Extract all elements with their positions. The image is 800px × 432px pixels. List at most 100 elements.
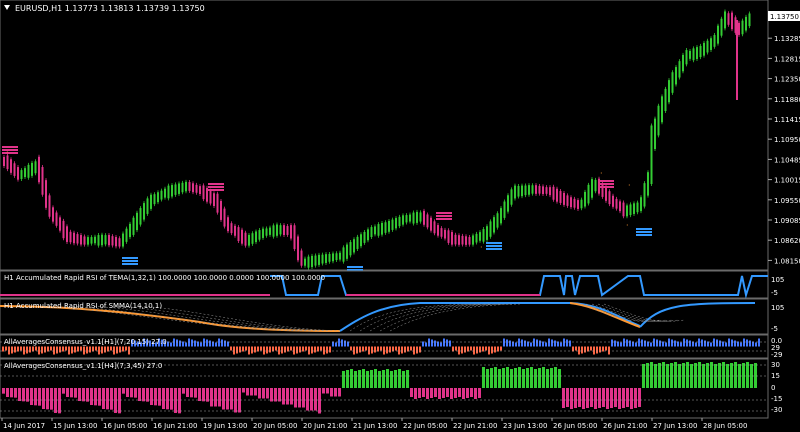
consensus-h1-bar [284,346,286,353]
consensus-h1-bar [224,340,226,347]
consensus-h1-bar [590,346,592,351]
consensus-h4-axis-4: -30 [771,406,782,414]
candle-body [160,190,163,200]
candle-body [493,217,495,233]
consensus-h4-bar [414,388,417,399]
consensus-h1-bar [71,346,73,354]
consensus-h4-bar [274,388,277,402]
consensus-h1-bar [194,340,196,347]
consensus-h1-bar [704,340,706,347]
consensus-h4-bar [158,388,161,406]
consensus-h4-axis-2: 0 [771,384,775,392]
candle-body [290,225,292,239]
time-tick-label: 26 Jun 21:00 [603,422,647,430]
chart-canvas[interactable]: · · · · · 1.13750 1.13285 1.12815 1.12350 1.1188… [0,0,800,432]
signal-dot: · [600,169,603,178]
consensus-h4-bar [694,363,697,388]
consensus-h4-bar [278,388,281,402]
candle-body [297,236,299,261]
consensus-h1-bar [236,346,238,354]
candle-body [115,237,117,247]
consensus-h1-bar [440,342,442,347]
consensus-h4-bar [630,388,633,409]
consensus-h1-bar [626,339,628,347]
consensus-h1-bar [218,338,220,347]
consensus-h4-bar [734,362,737,388]
consensus-h4-bar [606,388,609,409]
consensus-h1-bar [530,342,532,347]
arrow-stroke [208,189,224,191]
consensus-h1-bar [362,346,364,352]
consensus-h1-bar [239,346,241,353]
consensus-h1-bar [524,340,526,347]
consensus-h1-bar [338,338,340,347]
time-tick-label: 19 Jun 13:00 [203,422,247,430]
candle-body [741,20,744,35]
consensus-h4-bar [594,388,597,409]
consensus-h1-bar [743,338,745,347]
candle-body [360,234,362,247]
consensus-h1-bar [611,339,613,347]
consensus-h4-bar [406,370,409,388]
consensus-h4-bar [478,388,481,398]
candle-body [374,226,376,235]
consensus-h4-bar [458,388,461,397]
candle-body [321,254,324,264]
consensus-h4-bar [2,388,5,394]
consensus-h4-bar [698,362,701,388]
consensus-h1-bar [596,346,598,354]
consensus-h1-bar [419,346,421,353]
candle-body [230,223,233,234]
consensus-h4-bar [418,388,421,398]
consensus-h1-bar [638,338,640,347]
consensus-h4-bar [122,388,125,394]
candle-body [685,50,688,65]
candle-body [426,214,429,228]
candle-body [461,235,464,245]
candle-body [696,47,698,59]
candle-body [90,237,93,244]
consensus-h1-bar [26,346,28,354]
candle-body [132,217,135,235]
consensus-h1-bar [740,342,742,347]
consensus-h1-bar [14,346,16,353]
candle-body [619,201,621,212]
candle-body [678,61,681,78]
arrow-stroke [598,183,614,185]
consensus-h1-bar [506,339,508,347]
consensus-h1-bar [749,340,751,347]
candle-body [353,239,355,253]
main-price-panel[interactable] [0,0,769,271]
candle-body [265,228,268,236]
candle-body [689,50,691,59]
candle-body [601,182,604,197]
consensus-h4-bar [94,388,97,406]
consensus-h1-bar [614,340,616,347]
candle-body [538,185,541,194]
consensus-h1-bar [725,342,727,347]
consensus-h1-bar [710,342,712,347]
consensus-h1-bar [221,339,223,347]
candle-body [307,256,310,268]
consensus-h4-bar [210,388,213,407]
consensus-h1-bar [38,346,40,355]
signal-dot: · [480,243,483,252]
consensus-h4-bar [214,388,217,407]
candle-body [94,236,96,244]
consensus-h1-bar [425,342,427,347]
consensus-h4-axis-0: 30 [771,361,780,369]
consensus-h1-bar [11,346,13,354]
consensus-h4-bar [254,388,257,396]
arrow-stroke [2,152,18,154]
consensus-h1-bar [104,346,106,353]
candle-body [654,118,656,149]
consensus-h4-bar [170,388,173,410]
consensus-h4-bar [722,362,725,388]
arrow-down-icon [2,146,18,154]
arrow-up-icon [636,228,652,236]
consensus-h1-bar [560,342,562,347]
arrow-stroke [122,260,138,262]
consensus-h1-bar [122,346,124,352]
consensus-h1-bar [554,340,556,347]
candle-body [209,190,212,204]
